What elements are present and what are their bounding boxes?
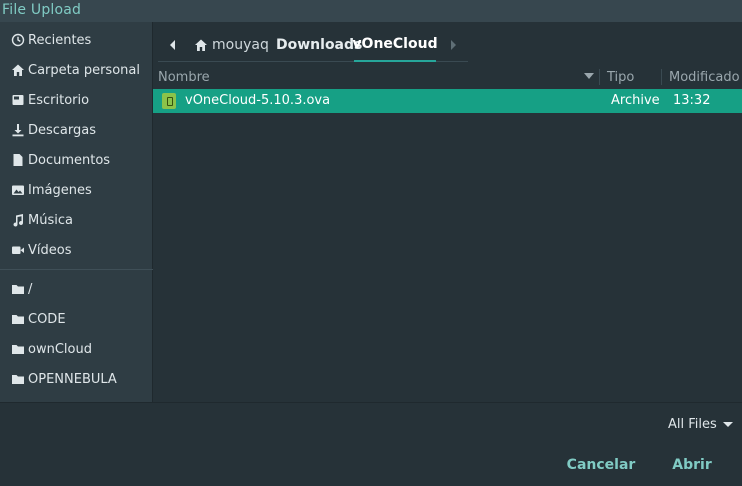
title-bar: File Upload — [0, 0, 742, 22]
sidebar-item-imagenes[interactable]: Imágenes — [0, 175, 153, 205]
home-icon — [195, 39, 207, 51]
sidebar-item-label: Música — [28, 212, 73, 228]
cancel-button[interactable]: Cancelar — [560, 450, 642, 480]
column-header-type[interactable]: Tipo — [607, 70, 634, 85]
open-button[interactable]: Abrir — [662, 450, 722, 480]
sidebar-item-label: Vídeos — [28, 242, 72, 258]
path-scroll-right-button[interactable] — [446, 28, 460, 62]
folder-icon — [9, 280, 27, 298]
column-divider — [599, 69, 600, 85]
music-icon — [9, 211, 27, 229]
sidebar-item-code[interactable]: CODE — [0, 304, 153, 334]
chevron-left-icon — [170, 40, 175, 50]
sidebar-item-opennebula[interactable]: OPENNEBULA — [0, 364, 153, 394]
sidebar-item-label: Escritorio — [28, 92, 90, 108]
sidebar-item-label: Carpeta personal — [28, 62, 140, 78]
sidebar-item-root[interactable]: / — [0, 274, 153, 304]
desktop-icon — [9, 91, 27, 109]
path-segment-downloads[interactable]: Downloads — [276, 28, 362, 62]
sidebar-item-descargas[interactable]: Descargas — [0, 115, 153, 145]
file-name: vOneCloud-5.10.3.ova — [185, 93, 331, 108]
file-list: vOneCloud-5.10.3.ova Archive 13:32 — [153, 88, 742, 402]
chevron-down-icon — [722, 421, 733, 427]
path-bar: mouyaq Downloads vOneCloud — [158, 28, 468, 62]
path-scroll-left-button[interactable] — [166, 28, 180, 62]
path-segment-current[interactable]: vOneCloud — [352, 28, 438, 62]
sidebar-item-recientes[interactable]: Recientes — [0, 25, 153, 55]
sidebar-item-musica[interactable]: Música — [0, 205, 153, 235]
download-icon — [9, 121, 27, 139]
sidebar-item-label: / — [28, 281, 33, 297]
column-divider — [661, 69, 662, 85]
footer-divider — [0, 402, 742, 403]
window-title: File Upload — [2, 2, 82, 18]
sidebar-item-carpeta-personal[interactable]: Carpeta personal — [0, 55, 153, 85]
file-filter-label: All Files — [668, 416, 717, 432]
sidebar-divider — [0, 269, 153, 270]
column-header-modified[interactable]: Modificado — [669, 70, 740, 85]
image-icon — [9, 181, 27, 199]
file-type: Archive — [611, 93, 660, 108]
chevron-right-icon — [451, 40, 456, 50]
folder-icon — [9, 370, 27, 388]
sort-descending-icon — [584, 73, 594, 79]
sidebar-item-owncloud[interactable]: ownCloud — [0, 334, 153, 364]
sidebar-item-label: Imágenes — [28, 182, 92, 198]
sidebar-item-escritorio[interactable]: Escritorio — [0, 85, 153, 115]
path-home-label: mouyaq — [212, 37, 269, 53]
file-row-selected[interactable]: vOneCloud-5.10.3.ova Archive 13:32 — [153, 89, 742, 113]
file-filter-dropdown[interactable]: All Files — [660, 410, 742, 438]
file-modified: 13:32 — [673, 93, 711, 108]
sidebar-item-label: Recientes — [28, 32, 92, 48]
document-icon — [9, 151, 27, 169]
video-icon — [9, 241, 27, 259]
sidebar-item-label: CODE — [28, 311, 66, 327]
places-sidebar: Recientes Carpeta personal Escritorio De… — [0, 22, 153, 402]
folder-icon — [9, 340, 27, 358]
sidebar-item-label: ownCloud — [28, 341, 92, 357]
column-header-row: Nombre Tipo Modificado — [153, 66, 742, 88]
path-home-button[interactable]: mouyaq — [194, 28, 269, 62]
clock-icon — [9, 31, 27, 49]
sidebar-item-label: Documentos — [28, 152, 111, 168]
column-header-name[interactable]: Nombre — [158, 70, 210, 85]
sidebar-item-videos[interactable]: Vídeos — [0, 235, 153, 265]
folder-icon — [9, 310, 27, 328]
sidebar-item-documentos[interactable]: Documentos — [0, 145, 153, 175]
home-icon — [9, 61, 27, 79]
archive-icon — [162, 93, 176, 109]
sidebar-item-label: OPENNEBULA — [28, 371, 117, 387]
sidebar-item-label: Descargas — [28, 122, 97, 138]
